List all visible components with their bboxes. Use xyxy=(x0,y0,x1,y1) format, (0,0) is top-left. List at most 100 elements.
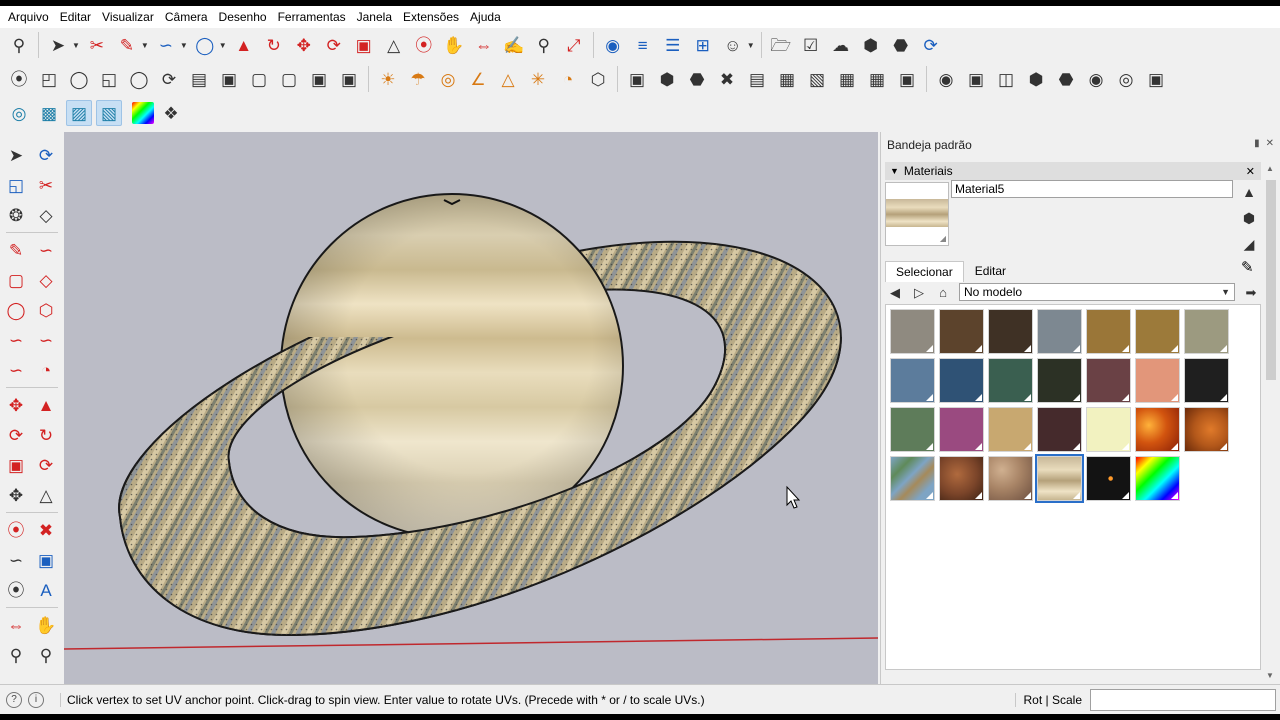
collection-select[interactable]: No modelo ▼ xyxy=(959,283,1235,301)
material-swatch-salmon[interactable] xyxy=(1135,358,1180,403)
orbit-icon[interactable]: ⦿ xyxy=(411,32,437,58)
scroll-thumb[interactable] xyxy=(1266,180,1276,380)
chevron-down-icon[interactable]: ▼ xyxy=(72,41,80,50)
back-arrow-icon[interactable]: ◀ xyxy=(887,284,903,300)
zoom-icon[interactable]: ⚲ xyxy=(531,32,557,58)
chevron-down-icon[interactable]: ▼ xyxy=(180,41,188,50)
eraser-icon[interactable]: ✂ xyxy=(34,172,58,198)
text-icon[interactable]: ▣ xyxy=(34,547,58,573)
rotate-icon[interactable]: ⟳ xyxy=(321,32,347,58)
paint-bucket-icon[interactable]: ◱ xyxy=(4,172,28,198)
saturn-model[interactable] xyxy=(64,132,878,684)
offset-icon[interactable]: △ xyxy=(381,32,407,58)
section-plane-icon[interactable]: ⇔ xyxy=(4,612,28,638)
measurements-input[interactable] xyxy=(1090,688,1276,711)
materials-panel-header[interactable]: ▼ Materiais ✕ xyxy=(885,162,1261,180)
stack-icon[interactable]: ☰ xyxy=(660,32,686,58)
extension-icon[interactable]: ⊞ xyxy=(690,32,716,58)
fixed-pins-icon[interactable]: ▨ xyxy=(66,100,92,126)
axes-tool-icon[interactable]: ⦿ xyxy=(4,577,28,603)
material-swatch-rust-texture[interactable] xyxy=(1184,407,1229,452)
select-arrow-icon[interactable]: ➤ xyxy=(45,32,71,58)
paint-icon[interactable]: ▩ xyxy=(36,100,62,126)
hidden-line-icon[interactable]: ⬣ xyxy=(1053,66,1079,92)
rotated-rect-icon[interactable]: ◇ xyxy=(34,267,58,293)
follow-me-icon[interactable]: ↻ xyxy=(34,422,58,448)
section-icon[interactable]: ⇔ xyxy=(471,32,497,58)
component-icon[interactable]: ▣ xyxy=(894,66,920,92)
material-swatch-rock-texture[interactable] xyxy=(988,456,1033,501)
pointer-cross-icon[interactable]: ❖ xyxy=(158,100,184,126)
material-name-field[interactable]: Material5 xyxy=(951,180,1233,198)
two-point-arc-icon[interactable]: ∽ xyxy=(34,327,58,353)
cube-export-icon[interactable]: ⬢ xyxy=(858,32,884,58)
cloud-upload-icon[interactable]: ☁ xyxy=(828,32,854,58)
material-swatch-dark-olive[interactable] xyxy=(1037,358,1082,403)
shadow-icon[interactable]: ☀ xyxy=(375,66,401,92)
hand-icon[interactable]: ✍ xyxy=(501,32,527,58)
hex-icon[interactable]: ⬡ xyxy=(585,66,611,92)
scroll-down-icon[interactable]: ▼ xyxy=(1266,671,1274,680)
zoom-window-icon[interactable]: ⚲ xyxy=(34,642,58,668)
polygon-icon[interactable]: ⬡ xyxy=(34,297,58,323)
material-swatch-pale-yellow[interactable] xyxy=(1086,407,1131,452)
circle-icon[interactable]: ◯ xyxy=(192,32,218,58)
forward-arrow-icon[interactable]: ▷ xyxy=(911,284,927,300)
default-material-icon[interactable]: ◢ xyxy=(1239,234,1259,254)
union-icon[interactable]: ◉ xyxy=(933,66,959,92)
3d-viewport[interactable] xyxy=(64,132,878,684)
subtract-icon[interactable]: ▣ xyxy=(963,66,989,92)
push-pull-icon[interactable]: ▲ xyxy=(34,392,58,418)
zoom-extents-icon[interactable]: ⤢ xyxy=(561,32,587,58)
material-swatch-tan[interactable] xyxy=(988,407,1033,452)
rectangle-icon[interactable]: ▢ xyxy=(4,267,28,293)
menu-janela[interactable]: Janela xyxy=(353,10,396,24)
lamp-icon[interactable]: ☂ xyxy=(405,66,431,92)
scroll-up-icon[interactable]: ▲ xyxy=(1266,164,1274,173)
axes-icon[interactable]: ✥ xyxy=(4,482,28,508)
close-icon[interactable]: ✕ xyxy=(1246,165,1255,178)
stripes-icon[interactable]: ▤ xyxy=(744,66,770,92)
tab-editar[interactable]: Editar xyxy=(964,260,1017,282)
account-icon[interactable]: ☺ xyxy=(720,32,746,58)
move-icon[interactable]: ✥ xyxy=(4,392,28,418)
pan-icon[interactable]: ✋ xyxy=(34,612,58,638)
tag-icon[interactable]: ◇ xyxy=(34,202,58,228)
material-swatch-rainbow-texture[interactable] xyxy=(1135,456,1180,501)
lasso-icon[interactable]: ⟳ xyxy=(34,142,58,168)
scale-icon[interactable]: ▣ xyxy=(351,32,377,58)
arc-icon[interactable]: ∽ xyxy=(153,32,179,58)
three-point-arc-icon[interactable]: ∽ xyxy=(4,357,28,383)
material-preview[interactable]: ◢ xyxy=(885,182,949,246)
slash-box-icon[interactable]: ▧ xyxy=(804,66,830,92)
iso-view-icon[interactable]: ⬢ xyxy=(654,66,680,92)
info-icon[interactable]: i xyxy=(28,691,44,708)
scale-icon[interactable]: ▣ xyxy=(4,452,28,478)
pie-icon[interactable]: ◔ xyxy=(34,357,58,383)
stamp-icon[interactable]: ◯ xyxy=(66,66,92,92)
material-swatch-ochre[interactable] xyxy=(1086,309,1131,354)
target-icon[interactable]: ◎ xyxy=(435,66,461,92)
move-icon[interactable]: ✥ xyxy=(291,32,317,58)
x-ray-icon[interactable]: ◫ xyxy=(993,66,1019,92)
flip-edge-icon[interactable]: ⟳ xyxy=(156,66,182,92)
material-swatch-magenta[interactable] xyxy=(939,407,984,452)
material-swatch-maroon[interactable] xyxy=(1037,407,1082,452)
menu-ajuda[interactable]: Ajuda xyxy=(466,10,505,24)
menu-extensoes[interactable]: Extensões xyxy=(399,10,463,24)
material-swatch-slate-gray[interactable] xyxy=(1037,309,1082,354)
checkbox-icon[interactable]: ☑ xyxy=(798,32,824,58)
grass-icon[interactable]: ✖ xyxy=(714,66,740,92)
spot-light-icon[interactable]: △ xyxy=(495,66,521,92)
protractor-icon[interactable]: △ xyxy=(34,482,58,508)
create-material-icon[interactable]: ▲ xyxy=(1239,182,1259,202)
material-swatch-lava-texture[interactable] xyxy=(1135,407,1180,452)
sun-icon[interactable]: ✳ xyxy=(525,66,551,92)
menu-desenho[interactable]: Desenho xyxy=(215,10,271,24)
offset-icon[interactable]: ⟳ xyxy=(34,452,58,478)
tray-scrollbar[interactable]: ▲ ▼ xyxy=(1264,162,1278,682)
material-swatch-saturn-texture[interactable] xyxy=(1035,454,1084,503)
chevron-down-icon[interactable]: ▼ xyxy=(747,41,755,50)
collapse-triangle-icon[interactable]: ▼ xyxy=(890,166,899,176)
sandbox-icon[interactable]: ⦿ xyxy=(6,66,32,92)
